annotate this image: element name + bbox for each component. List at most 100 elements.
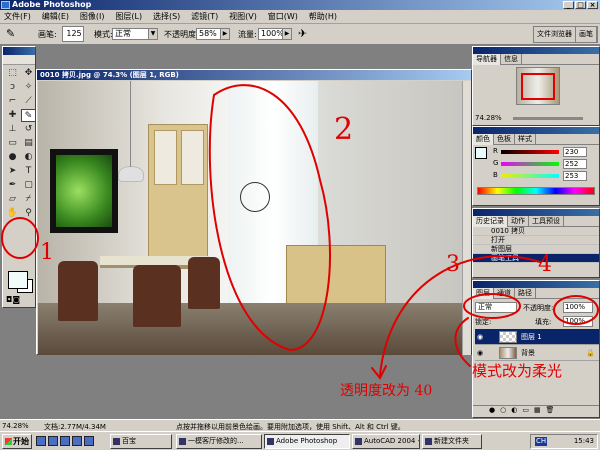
layers-footer-buttons[interactable]: ●○◐▭▦🗑 — [473, 405, 599, 417]
navigator-tabs: 导航器 信息 — [473, 54, 599, 65]
zoom-tool-icon[interactable]: ⚲ — [21, 207, 36, 220]
clock[interactable]: 15:43 — [574, 437, 594, 445]
tab-info[interactable]: 信息 — [501, 54, 522, 65]
vertical-scrollbar[interactable] — [462, 81, 471, 355]
task-button-active[interactable]: Adobe Photoshop — [264, 434, 350, 449]
slider-r-track[interactable] — [501, 150, 559, 154]
eyedropper-tool-icon[interactable]: ⌿ — [21, 193, 36, 206]
slider-g-track[interactable] — [501, 162, 559, 166]
tab-navigator[interactable]: 导航器 — [473, 54, 501, 65]
eye-icon[interactable]: ◉ — [477, 349, 485, 357]
tab-color[interactable]: 颜色 — [473, 134, 494, 145]
history-panel: 历史记录 动作 工具预设 0010 拷贝 打开 新图层 画笔工具 — [472, 208, 600, 278]
menu-filter[interactable]: 滤镜(T) — [187, 10, 222, 24]
brush-tool-icon[interactable]: ✎ — [6, 27, 15, 40]
b-value-input[interactable]: 253 — [563, 171, 587, 181]
path-select-tool-icon[interactable]: ➤ — [5, 165, 20, 178]
history-item[interactable]: 新图层 — [473, 245, 599, 254]
menu-window[interactable]: 窗口(W) — [264, 10, 302, 24]
quicklaunch-icon[interactable] — [84, 436, 94, 446]
move-tool-icon[interactable]: ✥ — [21, 67, 36, 80]
slider-b-track[interactable] — [501, 174, 559, 178]
hand-tool-icon[interactable]: ✋ — [5, 207, 20, 220]
layer-fill-input[interactable]: 100% — [563, 316, 593, 327]
mode-select[interactable]: 正常 ▼ — [112, 28, 158, 40]
task-button[interactable]: 一模客厅修改的... — [176, 434, 262, 449]
start-button[interactable]: 开始 — [2, 434, 32, 449]
tab-brushes[interactable]: 画笔 — [576, 27, 597, 42]
magic-wand-tool-icon[interactable]: ✧ — [21, 81, 36, 94]
photo-chair — [58, 261, 98, 321]
task-button[interactable]: 新建文件夹 — [422, 434, 482, 449]
crop-tool-icon[interactable]: ⌐ — [5, 95, 20, 108]
blur-tool-icon[interactable]: ● — [5, 151, 20, 164]
view-box[interactable] — [521, 73, 555, 100]
slice-tool-icon[interactable]: ⟋ — [21, 95, 36, 108]
input-method-indicator[interactable]: CH — [535, 437, 548, 446]
menu-image[interactable]: 图像(I) — [76, 10, 109, 24]
navigator-thumbnail[interactable] — [516, 67, 560, 105]
tab-history[interactable]: 历史记录 — [473, 216, 508, 227]
brush-tool-icon[interactable]: ✎ — [21, 109, 36, 122]
marquee-tool-icon[interactable]: ⬚ — [5, 67, 20, 80]
menu-view[interactable]: 视图(V) — [225, 10, 261, 24]
layer-opacity-input[interactable]: 100% — [563, 302, 593, 313]
minimize-button[interactable]: _ — [563, 1, 574, 9]
shape-tool-icon[interactable]: ▢ — [21, 179, 36, 192]
layer-row[interactable]: ◉ 图层 1 — [475, 329, 599, 345]
type-tool-icon[interactable]: T — [21, 165, 36, 178]
menu-select[interactable]: 选择(S) — [149, 10, 184, 24]
menu-help[interactable]: 帮助(H) — [305, 10, 341, 24]
lasso-tool-icon[interactable]: ↄ — [5, 81, 20, 94]
status-zoom[interactable]: 74.28% — [2, 422, 29, 430]
quicklaunch-icon[interactable] — [48, 436, 58, 446]
layer-row[interactable]: ◉ 背景 🔒 — [475, 345, 599, 361]
gradient-tool-icon[interactable]: ▤ — [21, 137, 36, 150]
color-spectrum-bar[interactable] — [477, 187, 595, 195]
eraser-tool-icon[interactable]: ▭ — [5, 137, 20, 150]
history-brush-tool-icon[interactable]: ↺ — [21, 123, 36, 136]
close-button[interactable]: × — [587, 1, 598, 9]
history-item[interactable]: 0010 拷贝 — [473, 227, 599, 236]
brush-size-picker[interactable]: 125 — [62, 26, 84, 42]
tab-paths[interactable]: 路径 — [515, 288, 536, 299]
menu-file[interactable]: 文件(F) — [0, 10, 35, 24]
g-value-input[interactable]: 252 — [563, 159, 587, 169]
r-value-input[interactable]: 230 — [563, 147, 587, 157]
tab-swatches[interactable]: 色板 — [494, 134, 515, 145]
dodge-tool-icon[interactable]: ◐ — [21, 151, 36, 164]
quicklaunch-icon[interactable] — [36, 436, 46, 446]
tab-actions[interactable]: 动作 — [508, 216, 529, 227]
airbrush-icon[interactable]: ✈ — [298, 27, 307, 40]
zoom-slider[interactable] — [513, 117, 583, 120]
foreground-color-swatch[interactable] — [8, 271, 28, 289]
quicklaunch-icon[interactable] — [72, 436, 82, 446]
eye-icon[interactable]: ◉ — [477, 333, 485, 341]
tab-file-browser[interactable]: 文件浏览器 — [534, 27, 576, 42]
layer-blend-mode-select[interactable]: 正常 — [475, 302, 517, 313]
pen-tool-icon[interactable]: ✒ — [5, 179, 20, 192]
lock-label: 锁定: — [475, 318, 492, 326]
tab-layers[interactable]: 图层 — [473, 288, 494, 299]
task-button[interactable]: 百宝 — [110, 434, 172, 449]
image-canvas[interactable] — [38, 81, 462, 355]
quicklaunch-icon[interactable] — [60, 436, 70, 446]
tab-channels[interactable]: 通道 — [494, 288, 515, 299]
mode-value: 正常 — [115, 29, 131, 38]
quickmask-icon[interactable]: ◘◙ — [6, 295, 20, 304]
flow-input[interactable]: 100% ▶ — [258, 28, 292, 40]
menu-edit[interactable]: 编辑(E) — [38, 10, 73, 24]
notes-tool-icon[interactable]: ▱ — [5, 193, 20, 206]
tab-styles[interactable]: 样式 — [515, 134, 536, 145]
navigator-zoom[interactable]: 74.28% — [475, 114, 502, 122]
clone-stamp-tool-icon[interactable]: ⊥ — [5, 123, 20, 136]
healing-tool-icon[interactable]: ✚ — [5, 109, 20, 122]
menu-layer[interactable]: 图层(L) — [111, 10, 146, 24]
task-button[interactable]: AutoCAD 2004 - [D... — [352, 434, 420, 449]
opacity-input[interactable]: 58% ▶ — [196, 28, 230, 40]
history-item[interactable]: 打开 — [473, 236, 599, 245]
tool-options-bar: ✎ 画笔: 125 模式: 正常 ▼ 不透明度: 58% ▶ 流量: 100% ▶ ✈… — [0, 24, 600, 45]
maximize-button[interactable]: □ — [575, 1, 586, 9]
tab-tool-presets[interactable]: 工具预设 — [529, 216, 564, 227]
history-item-active[interactable]: 画笔工具 — [473, 254, 599, 263]
